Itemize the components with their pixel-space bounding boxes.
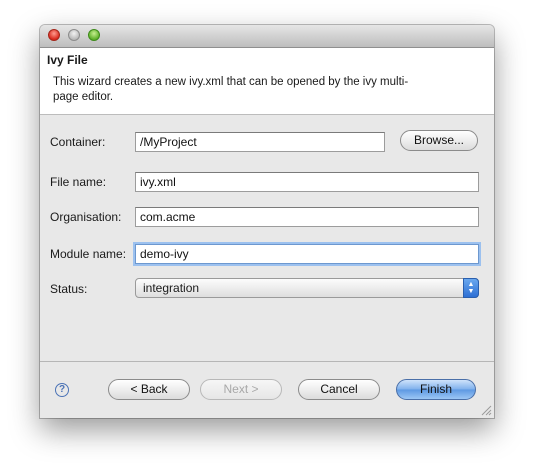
back-button[interactable]: < Back — [108, 379, 190, 400]
wizard-header: Ivy File This wizard creates a new ivy.x… — [40, 48, 494, 115]
zoom-window-button[interactable] — [88, 29, 100, 41]
cancel-button[interactable]: Cancel — [298, 379, 380, 400]
status-label: Status: — [50, 282, 88, 296]
container-label: Container: — [50, 135, 106, 149]
organisation-field[interactable] — [135, 207, 479, 227]
select-arrows-icon: ▲ ▼ — [463, 278, 479, 298]
organisation-label: Organisation: — [50, 210, 122, 224]
close-window-button[interactable] — [48, 29, 60, 41]
page-title: Ivy File — [47, 53, 88, 67]
status-select[interactable]: integration ▲ ▼ — [135, 278, 479, 298]
finish-button[interactable]: Finish — [396, 379, 476, 400]
status-select-value: integration — [143, 281, 200, 295]
help-icon[interactable]: ? — [55, 383, 69, 397]
footer-separator — [40, 361, 494, 362]
module-name-label: Module name: — [50, 247, 127, 261]
next-button[interactable]: Next > — [200, 379, 282, 400]
minimize-window-button[interactable] — [68, 29, 80, 41]
page-description: This wizard creates a new ivy.xml that c… — [53, 76, 409, 103]
wizard-window: Ivy File This wizard creates a new ivy.x… — [40, 25, 494, 418]
browse-button[interactable]: Browse... — [400, 130, 478, 151]
container-field[interactable] — [135, 132, 385, 152]
file-name-field[interactable] — [135, 172, 479, 192]
resize-grip-icon[interactable] — [481, 405, 492, 416]
title-bar[interactable] — [40, 25, 494, 48]
module-name-field[interactable] — [135, 244, 479, 264]
file-name-label: File name: — [50, 175, 107, 189]
